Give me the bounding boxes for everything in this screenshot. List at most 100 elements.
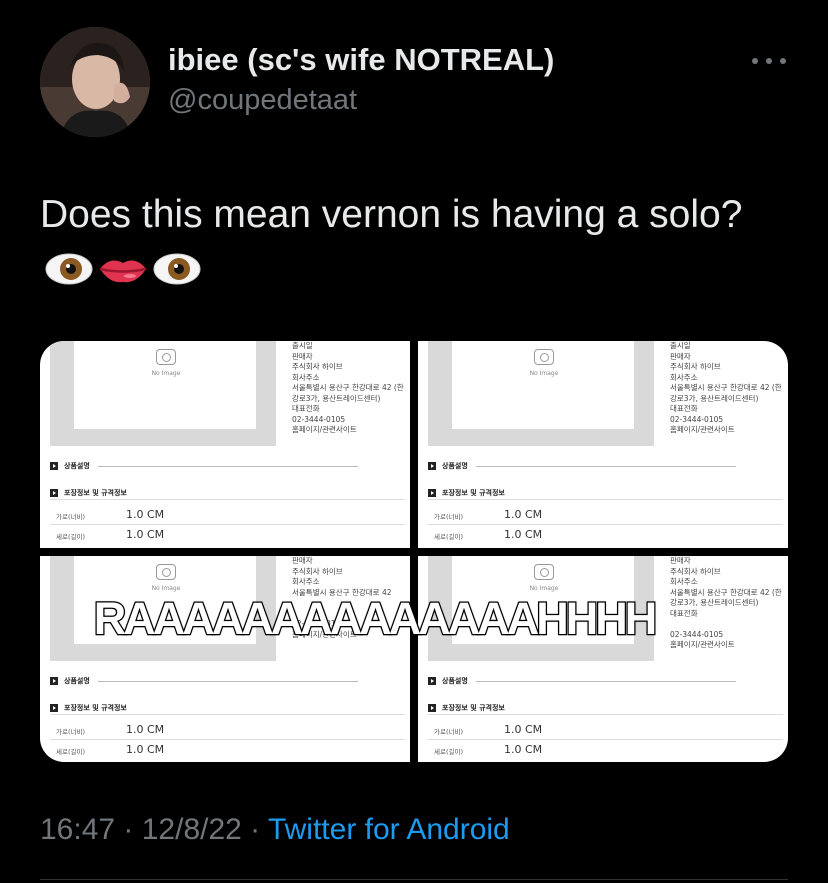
camera-icon [534, 349, 554, 365]
seller-info-line: 출시일 [292, 341, 313, 350]
spec-rule [50, 499, 405, 500]
spec-rule [428, 739, 783, 740]
section-packaging-info: 포장정보 및 규격정보 [428, 488, 505, 498]
seller-info-line: 회사주소 [292, 577, 320, 586]
camera-icon [156, 349, 176, 365]
spec-width-row: 가로(너비) 1.0 CM [56, 723, 164, 736]
section-arrow-icon [50, 704, 58, 712]
spec-label: 세로(길이) [434, 533, 463, 541]
section-product-description: 상품설명 [50, 676, 358, 686]
seller-info-line: 02-3444-0105 [292, 414, 346, 424]
section-label: 상품설명 [64, 677, 90, 685]
seller-info-line: 판매자 [292, 556, 313, 565]
section-product-description: 상품설명 [428, 676, 736, 686]
product-image-placeholder: No Image [452, 341, 634, 429]
more-options-icon[interactable] [752, 52, 786, 70]
seller-info-line: 서울특별시 용산구 한강대로 42 (한강로3가, 용산트레이드센터) [670, 383, 782, 403]
section-product-description: 상품설명 [428, 461, 736, 471]
section-label: 포장정보 및 규격정보 [64, 704, 127, 712]
spec-value: 1.0 CM [126, 743, 165, 756]
seller-info-line: 판매자 [292, 351, 313, 361]
section-label: 상품설명 [442, 677, 468, 685]
lips-emoji-icon [98, 245, 148, 302]
no-image-label: No Image [151, 370, 181, 377]
seller-info-line: 주식회사 하이브 [670, 566, 721, 576]
section-rule [475, 680, 736, 682]
media-image-4[interactable]: No Image 판매자 주식회사 하이브 회사주소 서울특별시 용산구 한강대로 42… [418, 556, 788, 762]
camera-icon [156, 564, 176, 580]
spec-label: 세로(길이) [56, 533, 85, 541]
section-rule [97, 680, 358, 682]
section-arrow-icon [428, 462, 436, 470]
seller-info: 출시일 판매자 주식회사 하이브 회사주소 서울특별시 용산구 한강대로 42 (한강로… [670, 341, 785, 436]
section-packaging-info: 포장정보 및 규격정보 [50, 703, 127, 713]
tweet-body: Does this mean vernon is having a solo? [40, 193, 743, 236]
spec-value: 1.0 CM [504, 743, 543, 756]
section-arrow-icon [428, 677, 436, 685]
section-rule [97, 465, 358, 467]
spec-value: 1.0 CM [126, 528, 165, 541]
spec-label: 가로(너비) [434, 513, 463, 521]
divider [40, 879, 788, 880]
author-handle[interactable]: @coupedetaat [168, 84, 357, 117]
spec-length-row: 세로(길이) 1.0 CM [56, 743, 164, 756]
section-label: 상품설명 [64, 462, 90, 470]
spec-value: 1.0 CM [504, 508, 543, 521]
section-rule [475, 465, 736, 467]
media-image-2[interactable]: No Image 출시일 판매자 주식회사 하이브 회사주소 서울특별시 용산구 한강대로… [418, 341, 788, 548]
tweet-source-link[interactable]: Twitter for Android [268, 813, 510, 846]
seller-info-line: 주식회사 하이브 [292, 566, 343, 576]
spec-width-row: 가로(너비) 1.0 CM [56, 508, 164, 521]
spec-rule [428, 524, 783, 525]
seller-info-line: 출시일 [670, 341, 691, 350]
spec-value: 1.0 CM [504, 528, 543, 541]
no-image-label: No Image [529, 370, 559, 377]
tweet-meta: 16:47 · 12/8/22 · Twitter for Android [40, 813, 510, 847]
spec-length-row: 세로(길이) 1.0 CM [56, 528, 164, 541]
spec-value: 1.0 CM [126, 508, 165, 521]
seller-info-line: 서울특별시 용산구 한강대로 42 (한강로3가, 용산트레이드센터) [292, 383, 404, 403]
spec-width-row: 가로(너비) 1.0 CM [434, 508, 542, 521]
author-avatar[interactable] [40, 27, 150, 137]
seller-info-line: 02-3444-0105 [670, 414, 724, 424]
seller-info-line: 주식회사 하이브 [292, 362, 343, 371]
section-packaging-info: 포장정보 및 규격정보 [50, 488, 127, 498]
tweet-time[interactable]: 16:47 [40, 813, 115, 846]
spec-rule [50, 524, 405, 525]
spec-label: 가로(너비) [434, 728, 463, 736]
spec-value: 1.0 CM [504, 723, 543, 736]
spec-width-row: 가로(너비) 1.0 CM [434, 723, 542, 736]
seller-info-line: 홈페이지/관련사이트 [292, 425, 357, 434]
section-arrow-icon [428, 489, 436, 497]
spec-label: 가로(너비) [56, 513, 85, 521]
meme-overlay-text: RAAAAAAAAAAAAAAHHHH [93, 592, 659, 646]
section-label: 포장정보 및 규격정보 [64, 489, 127, 497]
spec-label: 세로(길이) [434, 748, 463, 756]
seller-info-line: 판매자 [670, 351, 691, 361]
tweet-date[interactable]: 12/8/22 [142, 813, 242, 846]
meta-separator: · [241, 813, 268, 846]
author-display-name[interactable]: ibiee (sc's wife NOTREAL) [168, 42, 554, 78]
spec-rule [428, 499, 783, 500]
spec-rule [50, 714, 405, 715]
spec-rule [50, 739, 405, 740]
seller-info-line: 회사주소 [670, 372, 698, 382]
no-image-label: No Image [151, 585, 181, 592]
spec-label: 가로(너비) [56, 728, 85, 736]
product-image-placeholder: No Image [74, 341, 256, 429]
section-arrow-icon [50, 462, 58, 470]
media-image-3[interactable]: No Image 판매자 주식회사 하이브 회사주소 서울특별시 용산구 한강대로 42… [40, 556, 410, 762]
media-grid[interactable]: No Image 출시일 판매자 주식회사 하이브 회사주소 서울특별시 용산구 한강대로… [40, 341, 788, 762]
seller-info-line: 대표전화 [670, 404, 698, 413]
spec-label: 세로(길이) [56, 748, 85, 756]
seller-info: 출시일 판매자 주식회사 하이브 회사주소 서울특별시 용산구 한강대로 42 (한강로… [292, 341, 407, 436]
media-image-1[interactable]: No Image 출시일 판매자 주식회사 하이브 회사주소 서울특별시 용산구 한강대로… [40, 341, 410, 548]
seller-info-line: 회사주소 [670, 577, 698, 586]
seller-info-line: 주식회사 하이브 [670, 362, 721, 371]
spec-value: 1.0 CM [126, 723, 165, 736]
spec-length-row: 세로(길이) 1.0 CM [434, 743, 542, 756]
section-arrow-icon [428, 704, 436, 712]
seller-info-line: 대표전화 [292, 404, 320, 413]
section-label: 상품설명 [442, 462, 468, 470]
section-label: 포장정보 및 규격정보 [442, 489, 505, 497]
